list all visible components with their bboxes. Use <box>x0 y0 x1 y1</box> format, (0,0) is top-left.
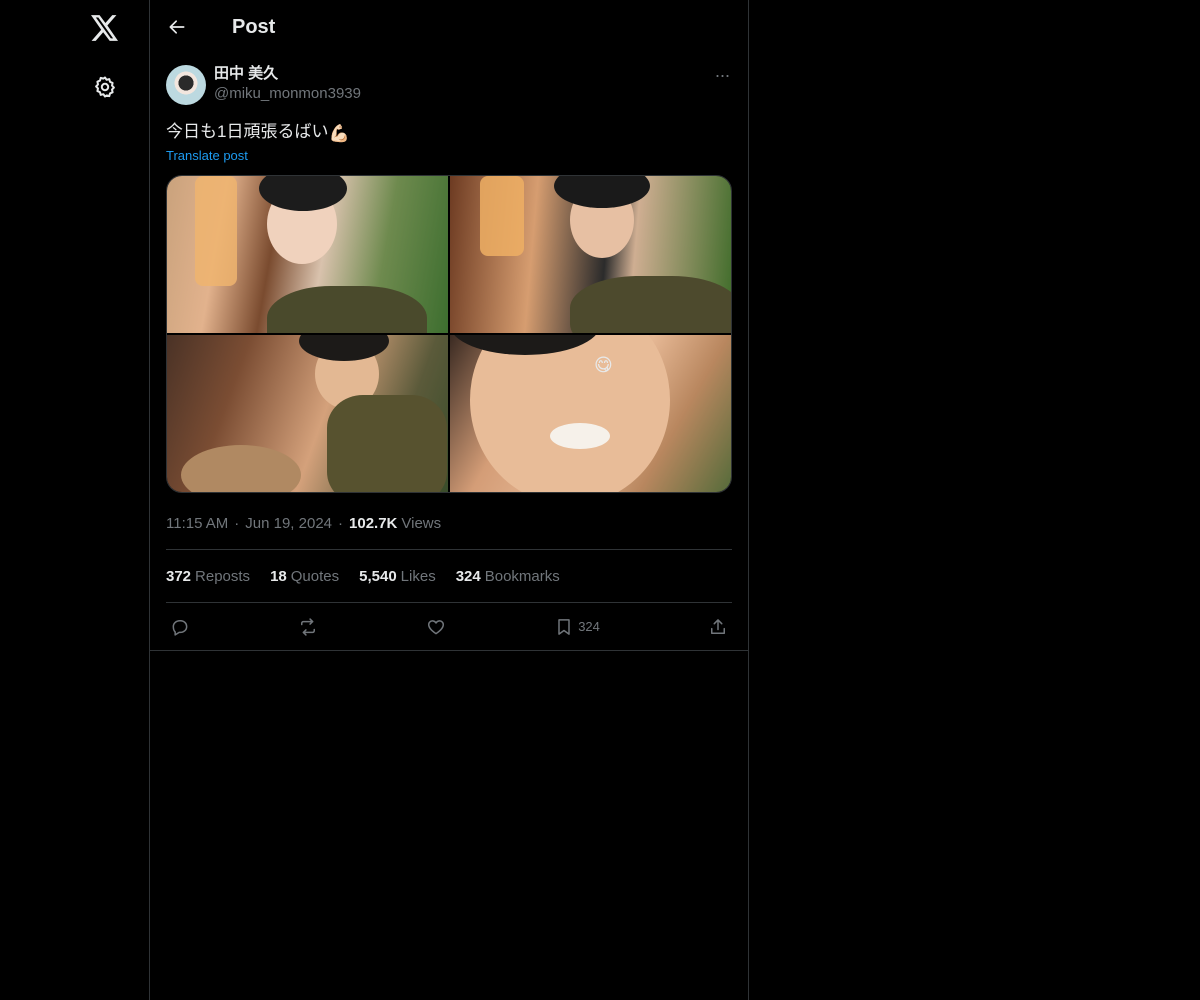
stat-quotes[interactable]: 18 Quotes <box>270 568 339 585</box>
page-title: Post <box>232 15 276 38</box>
engagement-stats: 372 Reposts 18 Quotes 5,540 Likes 324 Bo… <box>166 550 732 602</box>
stat-label: Quotes <box>290 567 340 585</box>
post: 田中 美久 @miku_monmon3939 ··· 今日も1日頑張るばい💪🏻 … <box>150 65 748 650</box>
header: Post <box>150 0 748 54</box>
views-count: 102.7K <box>349 514 398 532</box>
author-names: 田中 美久 @miku_monmon3939 <box>214 65 361 104</box>
arrow-left-icon[interactable] <box>159 9 195 45</box>
action-bar: 324 <box>166 603 732 650</box>
like-button[interactable] <box>426 617 446 637</box>
author-handle[interactable]: @miku_monmon3939 <box>214 84 361 104</box>
media-photo-2[interactable] <box>450 176 731 333</box>
stat-label: Bookmarks <box>484 567 560 585</box>
post-date[interactable]: Jun 19, 2024 <box>245 515 332 532</box>
stat-count: 324 <box>455 567 481 585</box>
x-logo-glyph <box>91 15 119 41</box>
views-label: Views <box>401 514 442 532</box>
x-logo-icon[interactable] <box>85 8 125 48</box>
reply-button[interactable] <box>170 617 190 637</box>
photo-glass <box>480 176 524 256</box>
meta-separator: · <box>234 514 240 532</box>
bookmark-count: 324 <box>578 619 600 634</box>
reply-icon <box>172 619 188 636</box>
post-meta: 11:15 AM · Jun 19, 2024 · 102.7K Views <box>166 513 732 533</box>
photo-hair <box>554 176 650 208</box>
heart-icon <box>428 619 445 634</box>
flexed-biceps-emoji: 💪🏻 <box>328 124 350 143</box>
more-options-button[interactable]: ··· <box>712 65 732 85</box>
main-column: Post 田中 美久 @miku_monmon3939 ··· 今日も1日頑張る… <box>149 0 749 1000</box>
share-button[interactable] <box>708 617 728 637</box>
bookmark-button[interactable]: 324 <box>554 617 600 637</box>
gear-glyph <box>95 76 115 98</box>
stat-likes[interactable]: 5,540 Likes <box>359 568 436 585</box>
stat-label: Likes <box>400 567 436 585</box>
media-photo-1[interactable] <box>167 176 448 333</box>
post-text: 今日も1日頑張るばい💪🏻 <box>166 121 732 145</box>
post-bottom-border <box>150 650 748 651</box>
photo-smile <box>550 423 610 449</box>
left-nav <box>0 0 150 1000</box>
post-text-body: 今日も1日頑張るばい <box>166 122 329 141</box>
media-photo-3[interactable] <box>167 335 448 492</box>
translate-post-link[interactable]: Translate post <box>166 147 248 165</box>
stat-bookmarks[interactable]: 324 Bookmarks <box>456 568 560 585</box>
stat-label: Reposts <box>195 567 251 585</box>
bookmark-icon <box>558 618 570 635</box>
repost-button[interactable] <box>298 617 318 637</box>
photo-top <box>267 286 427 333</box>
post-time[interactable]: 11:15 AM <box>166 515 228 532</box>
face-savoring-food-sticker: 😋 <box>594 355 613 375</box>
stat-count: 5,540 <box>359 567 397 585</box>
media-photo-4[interactable]: 😋 <box>450 335 731 492</box>
gear-icon[interactable] <box>85 67 125 107</box>
meta-separator: · <box>338 514 344 532</box>
stat-count: 372 <box>166 567 192 585</box>
stat-reposts[interactable]: 372 Reposts <box>166 568 250 585</box>
author-row: 田中 美久 @miku_monmon3939 ··· <box>166 65 732 105</box>
more-icon: ··· <box>714 64 731 85</box>
photo-top <box>327 395 447 492</box>
share-icon <box>710 618 725 634</box>
photo-glass <box>195 176 237 286</box>
photo-food <box>181 445 301 492</box>
photo-face <box>470 335 670 492</box>
avatar[interactable] <box>166 65 206 105</box>
media-grid: 😋 <box>166 175 732 493</box>
back-glyph <box>169 20 185 34</box>
repost-icon <box>301 617 316 636</box>
author-display-name[interactable]: 田中 美久 <box>214 65 361 83</box>
stat-count: 18 <box>270 567 287 585</box>
photo-top <box>570 276 731 333</box>
